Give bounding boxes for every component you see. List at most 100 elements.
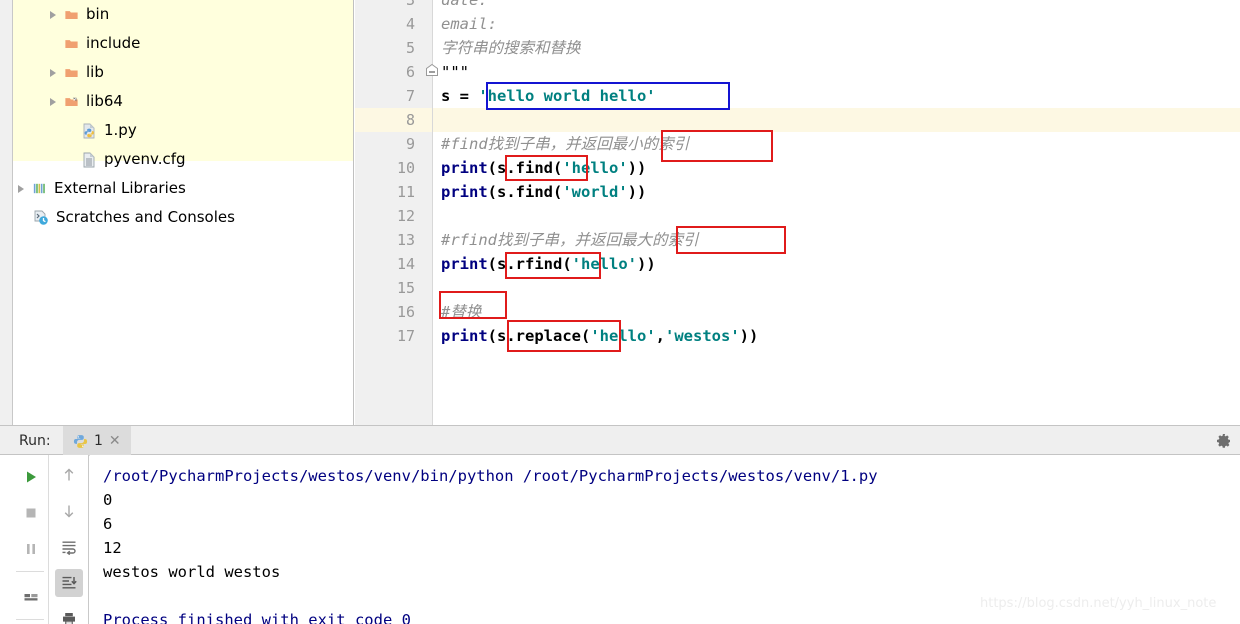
console-line: 0 <box>103 491 113 509</box>
code-segment: print <box>441 255 488 273</box>
code-line-13[interactable]: #rfind找到子串，并返回最大的索引 <box>441 228 699 252</box>
python-file-icon <box>73 434 88 448</box>
printer-icon <box>63 613 75 624</box>
run-window-label: Run: <box>19 433 51 449</box>
expand-triangle-icon[interactable] <box>45 0 61 29</box>
tree-item-include[interactable]: include <box>13 29 353 58</box>
console-line: Process finished with exit code 0 <box>103 611 411 624</box>
rerun-button[interactable] <box>17 463 45 491</box>
code-line-10[interactable]: print(s.find('hello')) <box>441 156 646 180</box>
library-icon <box>33 183 45 194</box>
tree-item-lib64[interactable]: lib64 <box>13 87 353 116</box>
gear-icon[interactable] <box>1216 433 1232 449</box>
line-number: 9 <box>405 135 415 153</box>
tree-item-label: External Libraries <box>54 179 186 197</box>
code-line-3[interactable]: date: <box>441 0 488 12</box>
play-icon <box>27 471 36 483</box>
soft-wrap-button[interactable] <box>55 533 83 561</box>
tree-item-external-libraries[interactable]: External Libraries <box>13 174 353 203</box>
soft-wrap-icon <box>62 541 76 555</box>
run-tool-header: Run: 1 ✕ <box>0 425 1240 456</box>
code-segment: """ <box>441 63 469 81</box>
line-number: 14 <box>396 255 415 273</box>
code-line-9[interactable]: #find找到子串，并返回最小的索引 <box>441 132 689 156</box>
chevron-right-icon <box>50 68 56 77</box>
folder-icon <box>64 10 78 19</box>
code-line-6[interactable]: """ <box>441 60 469 84</box>
stop-icon <box>26 508 36 518</box>
console-options-toolbar <box>50 455 89 624</box>
tree-item-bin[interactable]: bin <box>13 0 353 29</box>
line-number: 4 <box>405 15 415 33</box>
tree-item-label: bin <box>86 5 110 23</box>
line-number: 6 <box>405 63 415 81</box>
console-line: westos world westos <box>103 563 281 581</box>
layout-icon <box>24 594 38 601</box>
code-line-17[interactable]: print(s.replace('hello','westos')) <box>441 324 758 348</box>
code-segment: 'hello' <box>562 159 628 177</box>
code-editor[interactable]: 3 4 5 6 7 8 9 10 11 12 13 14 15 16 17 date: email: 字符串的搜… <box>355 0 1240 425</box>
expand-triangle-icon[interactable] <box>13 174 29 203</box>
line-number: 15 <box>396 279 415 297</box>
tree-item-label: include <box>86 34 141 52</box>
print-button[interactable] <box>55 605 83 624</box>
up-button[interactable] <box>55 461 83 489</box>
project-tree: bin include lib lib64 1.py pyvenv.cfg External… <box>13 0 353 232</box>
code-line-14[interactable]: print(s.rfind('hello')) <box>441 252 656 276</box>
line-number: 11 <box>396 183 415 201</box>
code-line-4[interactable]: email: <box>441 12 497 36</box>
line-number: 7 <box>405 87 415 105</box>
run-tab-1[interactable]: 1 ✕ <box>63 426 131 456</box>
layout-button[interactable] <box>17 583 45 611</box>
tree-item-label: lib64 <box>86 92 123 110</box>
code-line-16[interactable]: #替换 <box>441 300 481 324</box>
code-segment: print <box>441 183 488 201</box>
code-line-7[interactable]: s = 'hello world hello' <box>441 84 656 108</box>
tree-item-label: lib <box>86 63 104 81</box>
down-button[interactable] <box>55 497 83 525</box>
pause-button[interactable] <box>17 535 45 563</box>
line-number: 12 <box>396 207 415 225</box>
pycharm-window: 2: Structure Favorites binincludeliblib6… <box>0 0 1240 624</box>
code-segment: 'world' <box>562 183 628 201</box>
stop-button[interactable] <box>17 499 45 527</box>
console-line: /root/PycharmProjects/westos/venv/bin/py… <box>103 467 878 485</box>
library-icon <box>29 174 49 203</box>
scroll-to-end-button[interactable] <box>55 569 83 597</box>
run-tab-label: 1 <box>94 433 103 449</box>
expand-triangle-icon[interactable] <box>45 58 61 87</box>
console-line: 12 <box>103 539 122 557</box>
folder-icon <box>61 29 81 58</box>
code-segment: )) <box>627 183 647 201</box>
scroll-end-icon <box>62 576 77 589</box>
expand-triangle-icon[interactable] <box>45 87 61 116</box>
code-line-11[interactable]: print(s.find('world')) <box>441 180 646 204</box>
caret-line-highlight <box>355 108 1240 132</box>
text-file-icon <box>83 152 95 167</box>
arrow-down-icon <box>64 505 74 518</box>
console-line: 6 <box>103 515 113 533</box>
code-fold-icon[interactable] <box>425 63 439 77</box>
python-file-icon <box>83 123 95 138</box>
text-file-icon <box>79 145 99 174</box>
line-number: 16 <box>396 303 415 321</box>
code-segment: date: <box>441 0 488 9</box>
tree-item-lib[interactable]: lib <box>13 58 353 87</box>
tree-item-1-py[interactable]: 1.py <box>13 116 353 145</box>
line-number: 8 <box>405 111 415 129</box>
code-line-5[interactable]: 字符串的搜索和替换 <box>441 36 581 60</box>
toolbar-separator <box>16 619 44 620</box>
close-icon[interactable]: ✕ <box>109 434 121 448</box>
tree-item-scratches-and-consoles[interactable]: Scratches and Consoles <box>13 203 353 232</box>
code-segment: 'westos' <box>665 327 740 345</box>
code-segment: print <box>441 327 488 345</box>
line-number: 13 <box>396 231 415 249</box>
chevron-right-icon <box>50 97 56 106</box>
python-file-icon <box>79 116 99 145</box>
watermark: https://blog.csdn.net/yyh_linux_note <box>980 596 1217 611</box>
code-segment: (s.rfind( <box>487 255 572 273</box>
folder-icon <box>61 0 81 29</box>
tree-item-pyvenv-cfg[interactable]: pyvenv.cfg <box>13 145 353 174</box>
